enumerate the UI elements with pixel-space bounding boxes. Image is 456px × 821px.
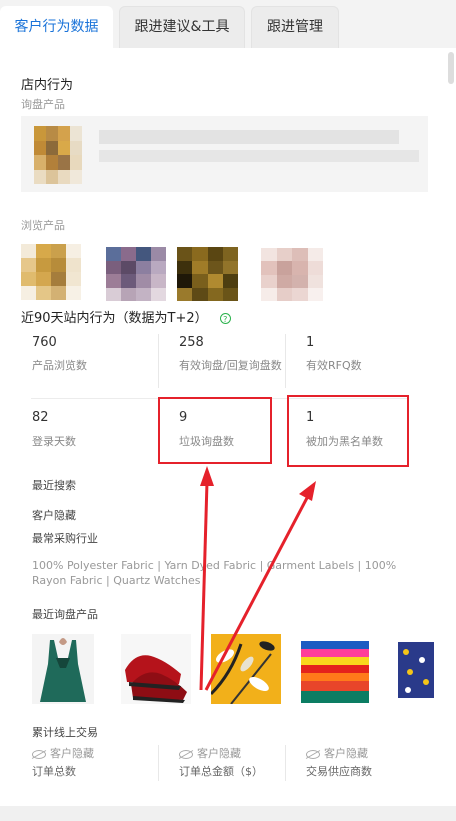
hidden-text: 客户隐藏 <box>324 747 368 760</box>
transaction-label: 订单总金额（$） <box>179 765 263 778</box>
eye-hidden-icon <box>306 749 320 759</box>
eye-hidden-icon <box>179 749 193 759</box>
hidden-text: 客户隐藏 <box>50 747 94 760</box>
transaction-label: 订单总数 <box>32 765 76 778</box>
transaction-hidden-value: 客户隐藏 <box>306 746 368 761</box>
arrow-to-spam-inquiries <box>199 481 209 691</box>
transaction-hidden-value: 客户隐藏 <box>32 746 94 761</box>
arrow-head <box>299 481 316 501</box>
transaction-hidden-value: 客户隐藏 <box>179 746 241 761</box>
arrow-to-blacklist <box>204 495 310 691</box>
transaction-label: 交易供应商数 <box>306 765 372 778</box>
divider <box>285 745 286 781</box>
eye-hidden-icon <box>32 749 46 759</box>
transactions-title: 累计线上交易 <box>32 726 98 739</box>
hidden-text: 客户隐藏 <box>197 747 241 760</box>
bottom-strip <box>0 806 456 821</box>
arrow-head <box>200 466 214 486</box>
divider <box>158 745 159 781</box>
annotation-arrows <box>199 466 316 691</box>
